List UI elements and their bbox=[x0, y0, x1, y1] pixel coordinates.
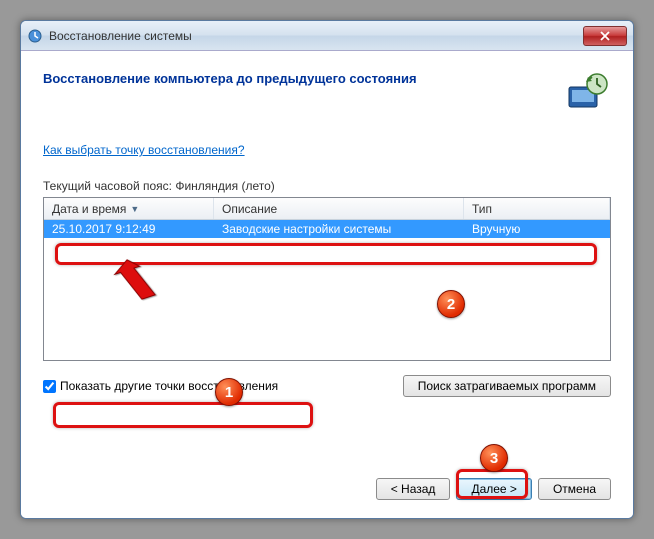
system-restore-window: Восстановление системы Восстановление ко… bbox=[20, 20, 634, 519]
page-heading: Восстановление компьютера до предыдущего… bbox=[43, 69, 563, 86]
cell-description: Заводские настройки системы bbox=[214, 221, 464, 237]
wizard-footer: < Назад Далее > Отмена bbox=[43, 460, 611, 500]
back-button[interactable]: < Назад bbox=[376, 478, 451, 500]
cell-datetime: 25.10.2017 9:12:49 bbox=[44, 221, 214, 237]
show-more-points-label: Показать другие точки восстановления bbox=[60, 379, 278, 393]
sort-indicator-icon: ▼ bbox=[130, 204, 139, 214]
cancel-button[interactable]: Отмена bbox=[538, 478, 611, 500]
client-area: Восстановление компьютера до предыдущего… bbox=[21, 51, 633, 518]
how-to-choose-link[interactable]: Как выбрать точку восстановления? bbox=[43, 143, 611, 157]
next-button[interactable]: Далее > bbox=[456, 478, 532, 500]
close-button[interactable] bbox=[583, 26, 627, 46]
table-row[interactable]: 25.10.2017 9:12:49 Заводские настройки с… bbox=[44, 220, 610, 238]
timezone-label: Текущий часовой пояс: Финляндия (лето) bbox=[43, 179, 611, 193]
column-description[interactable]: Описание bbox=[214, 198, 464, 219]
window-title: Восстановление системы bbox=[49, 29, 583, 43]
show-more-points-checkbox[interactable]: Показать другие точки восстановления bbox=[43, 379, 278, 393]
cell-type: Вручную bbox=[464, 221, 610, 237]
table-header: Дата и время ▼ Описание Тип bbox=[44, 198, 610, 220]
affected-programs-button[interactable]: Поиск затрагиваемых программ bbox=[403, 375, 611, 397]
system-restore-icon bbox=[27, 28, 43, 44]
column-type[interactable]: Тип bbox=[464, 198, 610, 219]
column-datetime[interactable]: Дата и время ▼ bbox=[44, 198, 214, 219]
column-datetime-label: Дата и время bbox=[52, 202, 126, 216]
close-icon bbox=[600, 31, 610, 41]
show-more-points-input[interactable] bbox=[43, 380, 56, 393]
titlebar: Восстановление системы bbox=[21, 21, 633, 51]
restore-points-table: Дата и время ▼ Описание Тип 25.10.2017 9… bbox=[43, 197, 611, 361]
restore-header-icon bbox=[563, 69, 611, 117]
